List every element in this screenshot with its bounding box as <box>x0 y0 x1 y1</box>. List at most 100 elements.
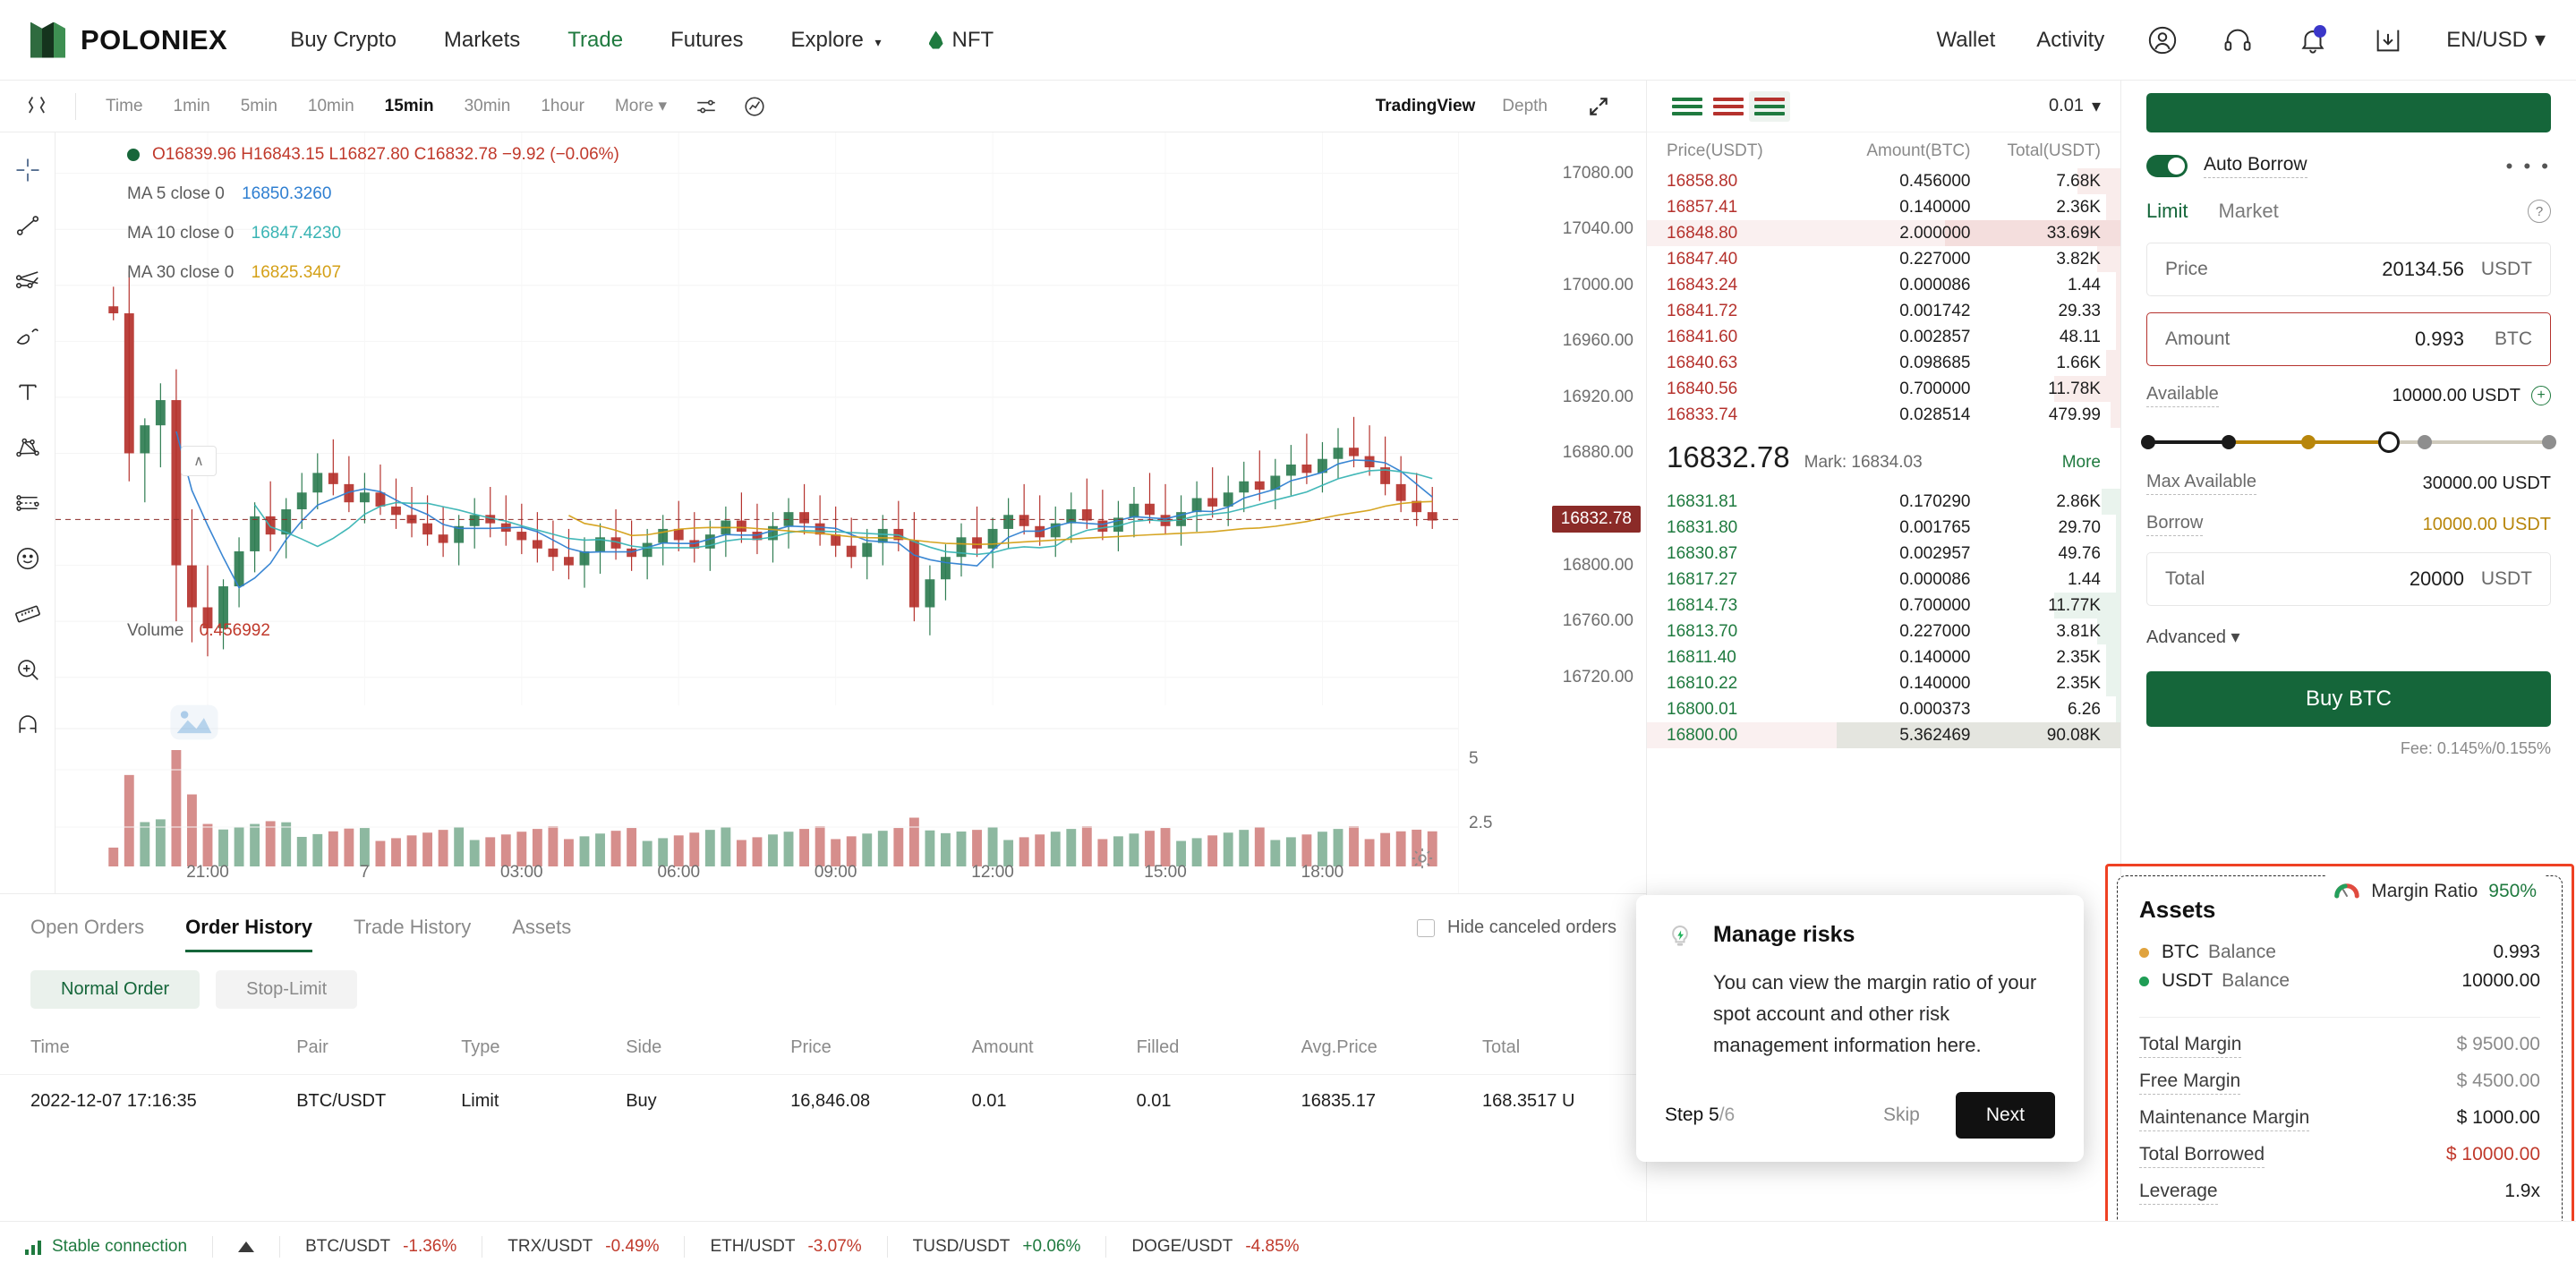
tab-order-history[interactable]: Order History <box>185 916 312 952</box>
order-book-more-link[interactable]: More <box>2062 453 2101 473</box>
tab-open-orders[interactable]: Open Orders <box>30 916 144 952</box>
nav-item-buy-crypto[interactable]: Buy Crypto <box>290 28 397 53</box>
order-book-row[interactable]: 16830.87 0.002957 49.76 <box>1647 541 2120 567</box>
order-book-row[interactable]: 16833.74 0.028514 479.99 <box>1647 402 2120 428</box>
indicator-icon[interactable] <box>730 89 779 124</box>
magnet-icon[interactable] <box>10 707 46 743</box>
order-book-row[interactable]: 16847.40 0.227000 3.82K <box>1647 246 2120 272</box>
timeframe-time[interactable]: Time <box>90 97 158 116</box>
checkbox-icon[interactable] <box>1417 918 1435 937</box>
slider-step-50[interactable] <box>2301 435 2316 449</box>
order-book-row[interactable]: 16813.70 0.227000 3.81K <box>1647 618 2120 644</box>
ticker-eth-usdt[interactable]: ETH/USDT -3.07% <box>710 1237 861 1257</box>
polygon-icon[interactable] <box>10 430 46 465</box>
order-book-row[interactable]: 16848.80 2.000000 33.69K <box>1647 220 2120 246</box>
order-book-row[interactable]: 16800.01 0.000373 6.26 <box>1647 696 2120 722</box>
auto-borrow-toggle[interactable] <box>2146 155 2188 177</box>
nav-item-wallet[interactable]: Wallet <box>1936 28 1995 53</box>
notification-bell-icon[interactable] <box>2296 23 2330 57</box>
triangle-up-icon[interactable] <box>238 1241 255 1252</box>
order-book-row[interactable]: 16831.81 0.170290 2.86K <box>1647 489 2120 515</box>
tooltip-skip-button[interactable]: Skip <box>1883 1105 1920 1126</box>
timeframe-1hour[interactable]: 1hour <box>525 97 600 116</box>
buy-sell-tabs-strip[interactable] <box>2146 93 2551 132</box>
more-options-icon[interactable]: • • • <box>2506 155 2551 178</box>
order-book-row[interactable]: 16810.22 0.140000 2.35K <box>1647 670 2120 696</box>
timeframe-5min[interactable]: 5min <box>226 97 293 116</box>
ticker-tusd-usdt[interactable]: TUSD/USDT +0.06% <box>913 1237 1081 1257</box>
collapse-legend-button[interactable]: ∧ <box>181 446 217 476</box>
help-icon[interactable]: ? <box>2528 200 2551 223</box>
zoom-in-icon[interactable] <box>10 652 46 687</box>
bids-only-icon[interactable] <box>1749 90 1790 122</box>
hide-canceled-orders-toggle[interactable]: Hide canceled orders <box>1417 917 1616 938</box>
slider-step-25[interactable] <box>2221 435 2236 449</box>
margin-ratio-badge[interactable]: Margin Ratio 950% <box>2324 873 2546 910</box>
advanced-toggle[interactable]: Advanced ▾ <box>2146 626 2551 648</box>
buy-button[interactable]: Buy BTC <box>2146 671 2551 727</box>
order-book-row[interactable]: 16831.80 0.001765 29.70 <box>1647 515 2120 541</box>
price-input[interactable]: Price 20134.56 USDT <box>2146 243 2551 296</box>
chart-view-tradingview[interactable]: TradingView <box>1376 97 1476 116</box>
chart-view-depth[interactable]: Depth <box>1502 97 1548 116</box>
order-book-row[interactable]: 16840.56 0.700000 11.78K <box>1647 376 2120 402</box>
filter-stop-limit[interactable]: Stop-Limit <box>216 970 358 1009</box>
nav-item-markets[interactable]: Markets <box>444 28 520 53</box>
order-book-row[interactable]: 16843.24 0.000086 1.44 <box>1647 272 2120 298</box>
brand-logo[interactable]: POLONIEX <box>30 21 227 58</box>
nav-item-trade[interactable]: Trade <box>567 28 623 53</box>
order-type-market[interactable]: Market <box>2218 200 2278 223</box>
both-sided-book-icon[interactable] <box>1667 91 1708 122</box>
order-book-row[interactable]: 16814.73 0.700000 11.77K <box>1647 593 2120 618</box>
tooltip-next-button[interactable]: Next <box>1955 1091 2055 1139</box>
order-book-row[interactable]: 16841.60 0.002857 48.11 <box>1647 324 2120 350</box>
download-icon[interactable] <box>2371 23 2405 57</box>
timeframe-more[interactable]: More ▾ <box>600 96 682 116</box>
ticker-doge-usdt[interactable]: DOGE/USDT -4.85% <box>1131 1237 1299 1257</box>
nav-item-futures[interactable]: Futures <box>670 28 743 53</box>
text-icon[interactable] <box>10 374 46 410</box>
parallel-channel-icon[interactable] <box>10 485 46 521</box>
amount-input[interactable]: Amount 0.993 BTC <box>2146 312 2551 366</box>
account-icon[interactable] <box>2145 23 2179 57</box>
order-type-limit[interactable]: Limit <box>2146 200 2188 223</box>
order-book-row[interactable]: 16857.41 0.140000 2.36K <box>1647 194 2120 220</box>
sliders-icon[interactable] <box>682 89 730 124</box>
timeframe-30min[interactable]: 30min <box>449 97 526 116</box>
order-book-row[interactable]: 16811.40 0.140000 2.35K <box>1647 644 2120 670</box>
crosshair-icon[interactable] <box>10 152 46 188</box>
order-book-row[interactable]: 16840.63 0.098685 1.66K <box>1647 350 2120 376</box>
timeframe-15min[interactable]: 15min <box>370 97 449 116</box>
timeframe-10min[interactable]: 10min <box>293 97 370 116</box>
price-chart[interactable]: O16839.96 H16843.15 L16827.80 C16832.78 … <box>55 132 1646 893</box>
slider-step-100[interactable] <box>2542 435 2556 449</box>
emoji-icon[interactable] <box>10 541 46 576</box>
order-book-row[interactable]: 16841.72 0.001742 29.33 <box>1647 298 2120 324</box>
brush-icon[interactable] <box>10 319 46 354</box>
ticker-trx-usdt[interactable]: TRX/USDT -0.49% <box>508 1237 659 1257</box>
trendline-icon[interactable] <box>10 208 46 243</box>
order-book-row[interactable]: 16817.27 0.000086 1.44 <box>1647 567 2120 593</box>
order-book-row[interactable]: 16858.80 0.456000 7.68K <box>1647 168 2120 194</box>
order-book-row[interactable]: 16800.00 5.362469 90.08K <box>1647 722 2120 748</box>
timeframe-1min[interactable]: 1min <box>158 97 226 116</box>
filter-normal-order[interactable]: Normal Order <box>30 970 200 1009</box>
add-funds-icon[interactable]: + <box>2531 386 2551 405</box>
support-headset-icon[interactable] <box>2221 23 2255 57</box>
amount-percent-slider[interactable] <box>2141 431 2556 454</box>
chart-settings-gear-icon[interactable] <box>1410 846 1435 875</box>
grouping-selector[interactable]: 0.01 ▾ <box>2049 95 2101 117</box>
asks-only-icon[interactable] <box>1708 91 1749 122</box>
total-input[interactable]: Total 20000 USDT <box>2146 552 2551 606</box>
nav-item-activity[interactable]: Activity <box>2036 28 2104 53</box>
ticker-btc-usdt[interactable]: BTC/USDT -1.36% <box>305 1237 456 1257</box>
nav-item-nft[interactable]: NFT <box>928 28 994 53</box>
fib-fan-icon[interactable] <box>10 263 46 299</box>
slider-step-75[interactable] <box>2418 435 2433 449</box>
nav-item-explore[interactable]: Explore ▾ <box>790 28 881 53</box>
ruler-icon[interactable] <box>10 596 46 632</box>
expand-icon[interactable] <box>1574 89 1623 124</box>
language-currency-selector[interactable]: EN/USD ▾ <box>2446 27 2546 53</box>
slider-handle[interactable] <box>2377 431 2400 453</box>
slider-step-0[interactable] <box>2141 435 2155 449</box>
